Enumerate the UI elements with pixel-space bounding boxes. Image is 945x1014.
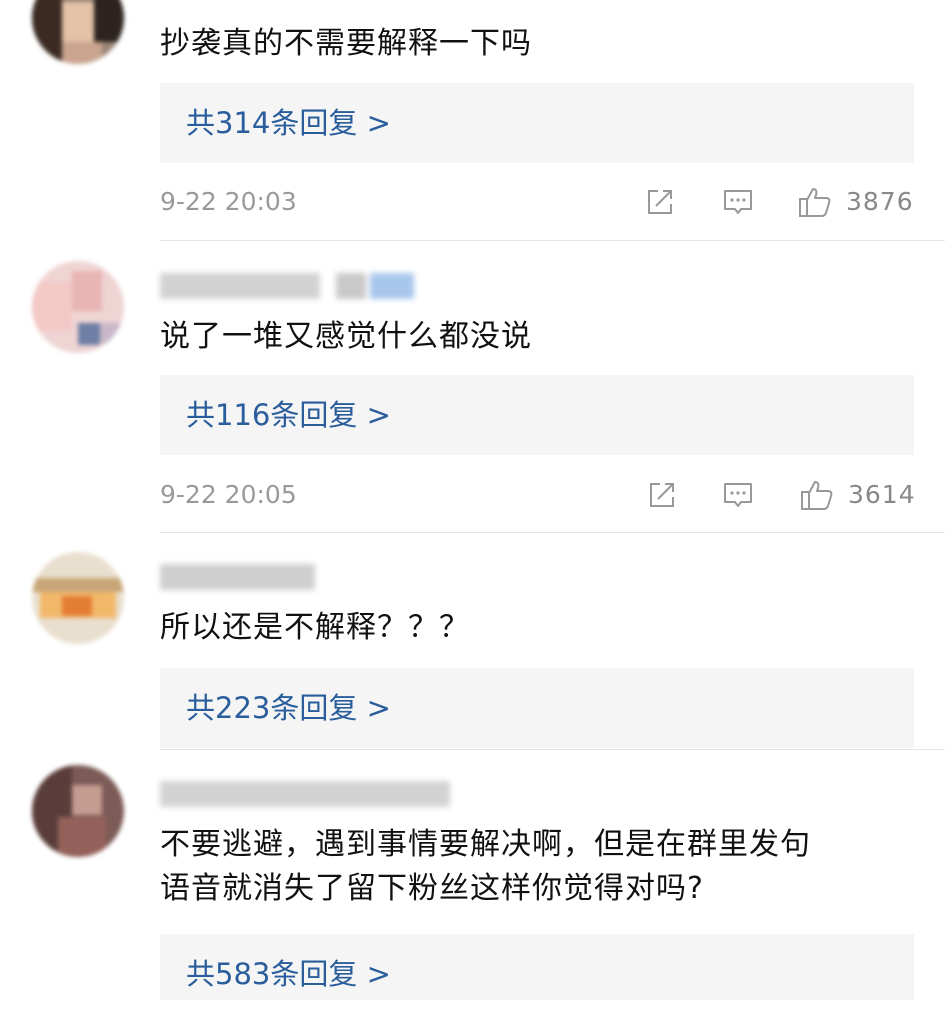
comment-meta-bar: 9-22 20:03 3876	[160, 182, 914, 222]
like-count: 3876	[846, 187, 914, 216]
comment-item: 所以还是不解释？？？ 共223条回复 >	[0, 534, 945, 750]
view-replies-button[interactable]: 共116条回复 >	[160, 375, 914, 455]
thumbs-up-icon	[801, 481, 833, 510]
comment-meta-bar: 9-22 20:05 3614	[160, 475, 916, 515]
comment-text: 说了一堆又感觉什么都没说	[160, 315, 920, 359]
comment-text-line: 抄袭真的不需要解释一下吗	[160, 26, 532, 61]
username-blurred[interactable]	[160, 273, 420, 299]
username-blurred[interactable]	[160, 564, 320, 590]
comment-timestamp: 9-22 20:05	[160, 480, 297, 509]
username-blurred[interactable]	[160, 781, 460, 807]
comment-text: 抄袭真的不需要解释一下吗	[160, 22, 920, 66]
thumbs-up-icon	[799, 188, 831, 217]
like-count: 3614	[848, 480, 916, 509]
like-button[interactable]: 3614	[800, 475, 916, 515]
divider	[160, 532, 945, 533]
like-button[interactable]: 3876	[798, 182, 914, 222]
avatar[interactable]	[32, 552, 124, 644]
share-icon[interactable]	[644, 186, 676, 218]
divider	[160, 749, 945, 750]
comment-text-line: 语音就消失了留下粉丝这样你觉得对吗?	[160, 871, 704, 906]
comment-timestamp: 9-22 20:03	[160, 187, 297, 216]
view-replies-button[interactable]: 共223条回复 >	[160, 668, 914, 748]
comment-item: 不要逃避，遇到事情要解决啊，但是在群里发句 语音就消失了留下粉丝这样你觉得对吗?…	[0, 751, 945, 1000]
comment-icon[interactable]	[722, 479, 754, 511]
share-icon[interactable]	[646, 479, 678, 511]
comment-item: 说了一堆又感觉什么都没说 共116条回复 > 9-22 20:05 3614	[0, 241, 945, 533]
view-replies-button[interactable]: 共314条回复 >	[160, 83, 914, 163]
comment-text-line: 所以还是不解释？？？	[160, 610, 470, 645]
comment-text: 所以还是不解释？？？	[160, 606, 920, 650]
view-replies-button[interactable]: 共583条回复 >	[160, 934, 914, 1000]
comment-text-line: 说了一堆又感觉什么都没说	[160, 319, 532, 354]
avatar[interactable]	[32, 261, 124, 353]
avatar[interactable]	[32, 0, 124, 64]
comment-icon[interactable]	[722, 186, 754, 218]
comment-item: 抄袭真的不需要解释一下吗 共314条回复 > 9-22 20:03 3876	[0, 0, 945, 241]
comment-text: 不要逃避，遇到事情要解决啊，但是在群里发句 语音就消失了留下粉丝这样你觉得对吗?	[160, 823, 920, 911]
comment-text-line: 不要逃避，遇到事情要解决啊，但是在群里发句	[160, 827, 811, 862]
avatar[interactable]	[32, 765, 124, 857]
